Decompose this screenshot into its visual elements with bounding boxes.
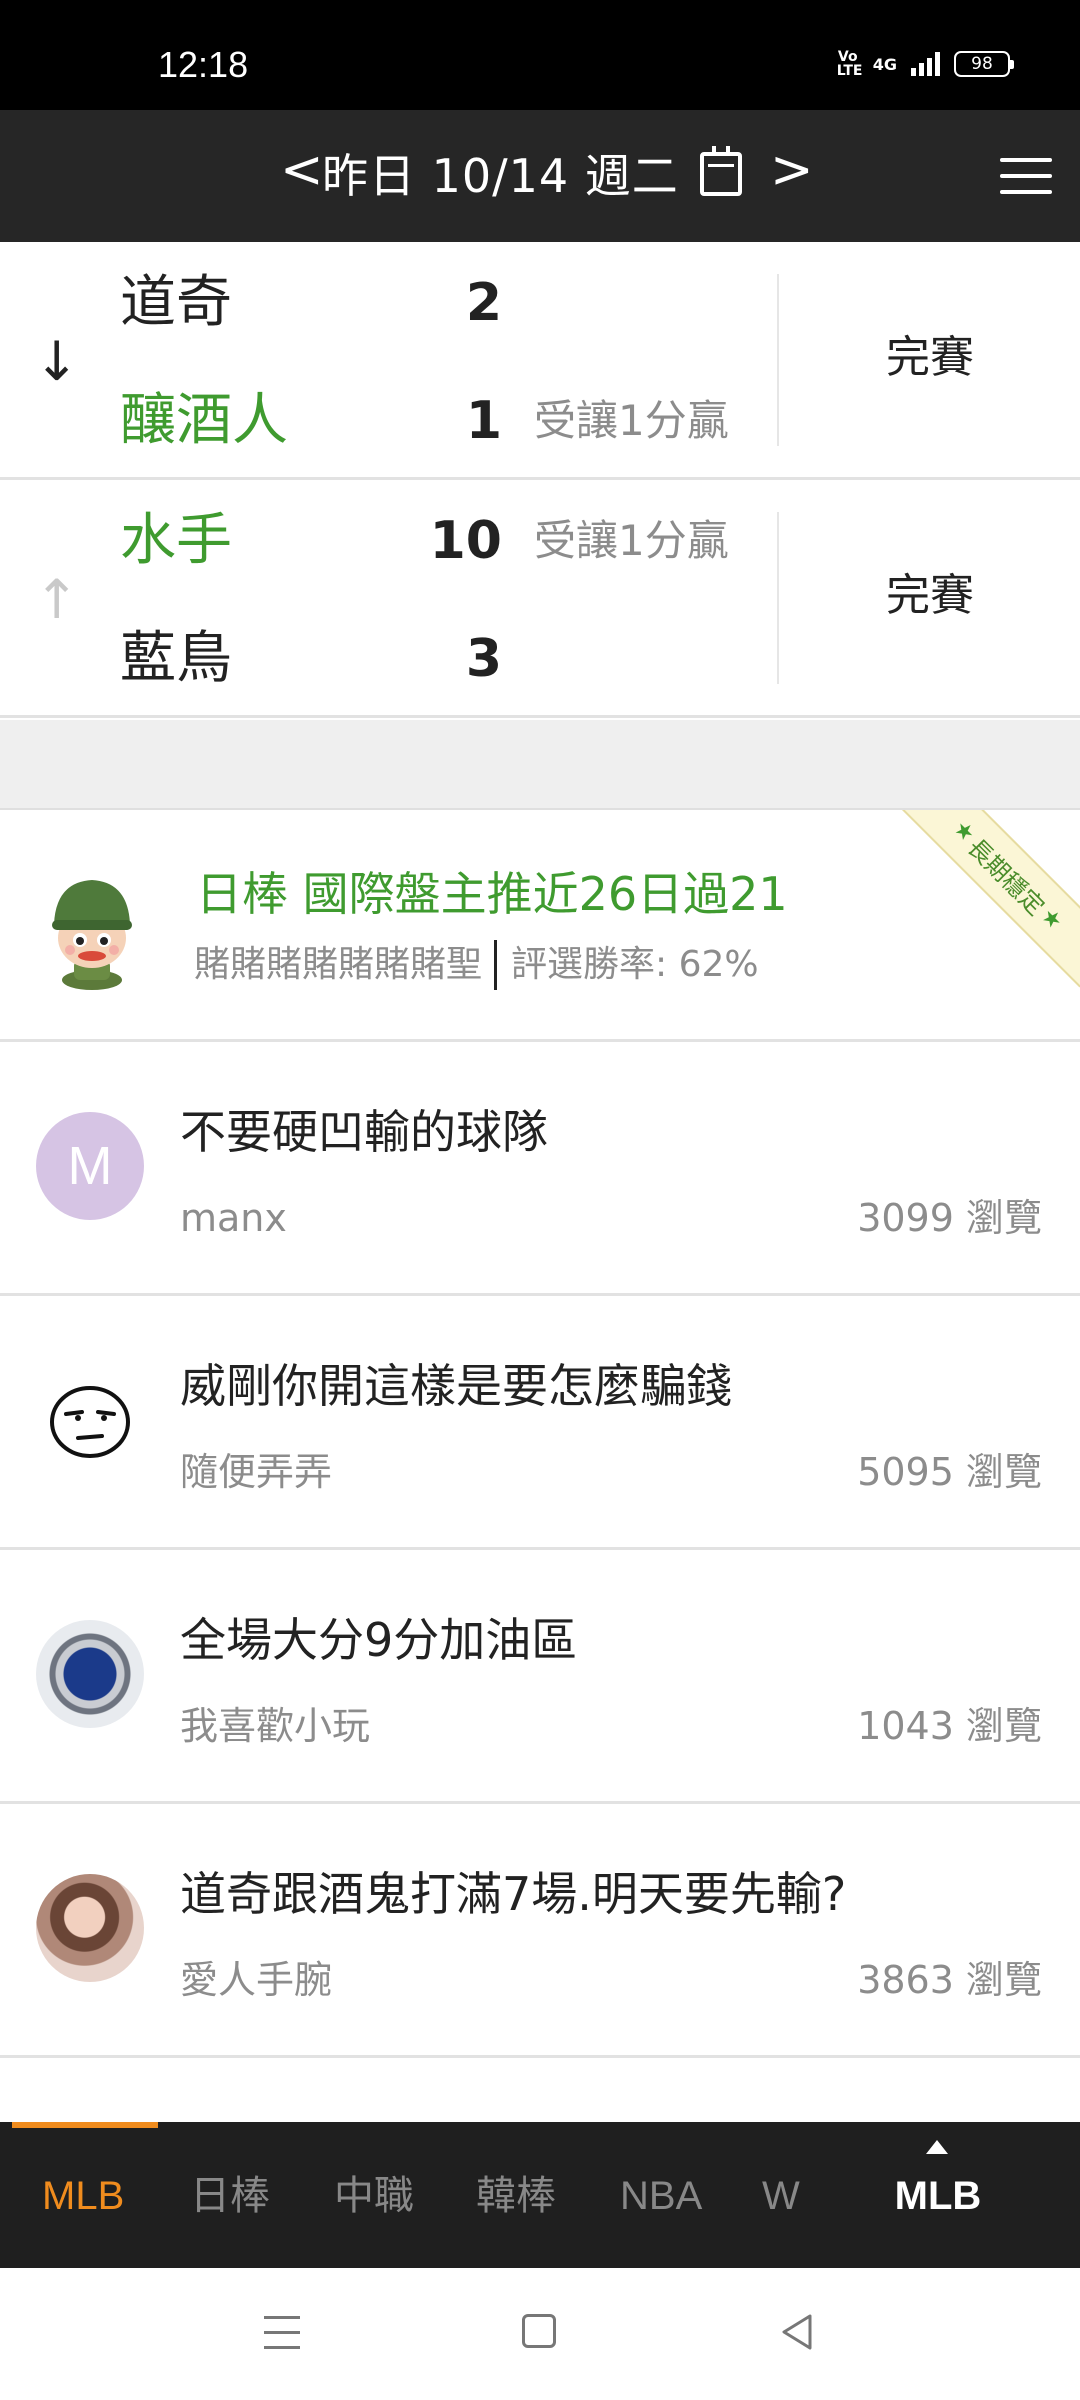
game-status: 完賽	[886, 332, 974, 383]
section-spacer	[0, 720, 1080, 810]
team-score: 3	[465, 629, 502, 689]
status-bar: 12:18 Vo LTE 4G 98	[0, 0, 1080, 110]
back-icon[interactable]	[778, 2312, 814, 2352]
meh-face-avatar-icon	[36, 1366, 144, 1474]
watch-avatar	[36, 1620, 144, 1728]
post-views: 3099 瀏覽	[857, 1196, 1042, 1240]
soldier-avatar-icon	[52, 880, 132, 990]
network-type: 4G	[872, 54, 897, 74]
team-name: 釀酒人	[120, 388, 288, 453]
post-title: 不要硬凹輸的球隊	[180, 1105, 548, 1159]
post-views: 1043 瀏覽	[857, 1704, 1042, 1748]
list-item[interactable]: 全場大分9分加油區 我喜歡小玩 1043 瀏覽	[0, 1550, 1080, 1804]
post-author: 愛人手腕	[180, 1958, 333, 2002]
divider	[777, 512, 779, 684]
signal-icon	[911, 52, 940, 76]
league-tab-bar: MLB 日棒 中職 韓棒 NBA W MLB	[0, 2122, 1080, 2268]
team-score: 10	[429, 511, 502, 571]
list-item[interactable]: 道奇跟酒鬼打滿7場.明天要先輸? 愛人手腕 3863 瀏覽	[0, 1804, 1080, 2058]
post-author: 我喜歡小玩	[180, 1704, 371, 1748]
system-nav-bar	[0, 2268, 1080, 2400]
featured-title: 日棒 國際盤主推近26日過21	[196, 867, 788, 921]
ribbon-label: 長期穩定	[962, 832, 1051, 921]
game-row[interactable]: ↓ 道奇 2 釀酒人 1 受讓1分贏 完賽	[0, 242, 1080, 480]
post-views: 5095 瀏覽	[857, 1450, 1042, 1494]
handicap-result: 受讓1分贏	[534, 396, 729, 445]
tab-kbo[interactable]: 韓棒	[476, 2168, 556, 2224]
game-row[interactable]: ↑ 水手 10 受讓1分贏 藍鳥 3 完賽	[0, 480, 1080, 718]
volte-icon: Vo LTE	[836, 49, 863, 79]
divider	[777, 274, 779, 446]
league-selector-button[interactable]: MLB	[886, 2168, 990, 2224]
team-name: 道奇	[120, 270, 232, 335]
tab-npb[interactable]: 日棒	[190, 2168, 270, 2224]
arrow-up-icon: ↑	[34, 568, 80, 631]
tab-w[interactable]: W	[762, 2168, 800, 2224]
recents-icon[interactable]	[264, 2316, 300, 2350]
post-views: 3863 瀏覽	[857, 1958, 1042, 2002]
game-status: 完賽	[886, 570, 974, 621]
calendar-icon[interactable]	[700, 146, 742, 196]
featured-win-rate: 評選勝率: 62%	[511, 944, 759, 985]
date-label[interactable]: 昨日 10/14 週二	[322, 148, 679, 204]
post-author: manx	[180, 1196, 287, 1240]
hamburger-menu-icon[interactable]	[1000, 158, 1052, 194]
caret-up-icon	[926, 2140, 948, 2154]
divider	[494, 940, 498, 990]
featured-post[interactable]: 日棒 國際盤主推近26日過21 賭賭賭賭賭賭賭聖 評選勝率: 62% ★ 長期穩…	[0, 810, 1080, 1042]
tab-cpbl[interactable]: 中職	[334, 2168, 414, 2224]
team-name: 水手	[120, 508, 232, 573]
previous-day-button[interactable]: <	[280, 140, 324, 200]
battery-level: 98	[971, 54, 993, 74]
date-header: < 昨日 10/14 週二 >	[0, 110, 1080, 242]
battery-icon: 98	[954, 51, 1014, 77]
post-title: 威剛你開這樣是要怎麼騙錢	[180, 1359, 732, 1413]
tab-nba[interactable]: NBA	[620, 2168, 702, 2224]
list-item[interactable]: 威剛你開這樣是要怎麼騙錢 隨便弄弄 5095 瀏覽	[0, 1296, 1080, 1550]
team-score: 1	[465, 391, 502, 451]
home-icon[interactable]	[522, 2314, 556, 2348]
post-title: 道奇跟酒鬼打滿7場.明天要先輸?	[180, 1867, 847, 1921]
post-title: 全場大分9分加油區	[180, 1613, 578, 1667]
next-day-button[interactable]: >	[770, 140, 814, 200]
long-term-stable-ribbon: ★ 長期穩定 ★	[895, 810, 1080, 988]
system-icons: Vo LTE 4G 98	[836, 49, 1014, 79]
featured-meta: 賭賭賭賭賭賭賭聖 評選勝率: 62%	[194, 940, 759, 990]
arrow-down-icon: ↓	[34, 330, 80, 393]
featured-author: 賭賭賭賭賭賭賭聖	[194, 944, 483, 985]
handicap-result: 受讓1分贏	[534, 516, 729, 565]
photo-avatar	[36, 1874, 144, 1982]
avatar: M	[36, 1112, 144, 1220]
team-score: 2	[465, 273, 502, 333]
active-tab-indicator	[12, 2122, 158, 2128]
post-author: 隨便弄弄	[180, 1450, 333, 1494]
tab-mlb[interactable]: MLB	[42, 2168, 124, 2224]
list-item[interactable]: M 不要硬凹輸的球隊 manx 3099 瀏覽	[0, 1042, 1080, 1296]
team-name: 藍鳥	[120, 626, 232, 691]
clock: 12:18	[158, 44, 249, 85]
